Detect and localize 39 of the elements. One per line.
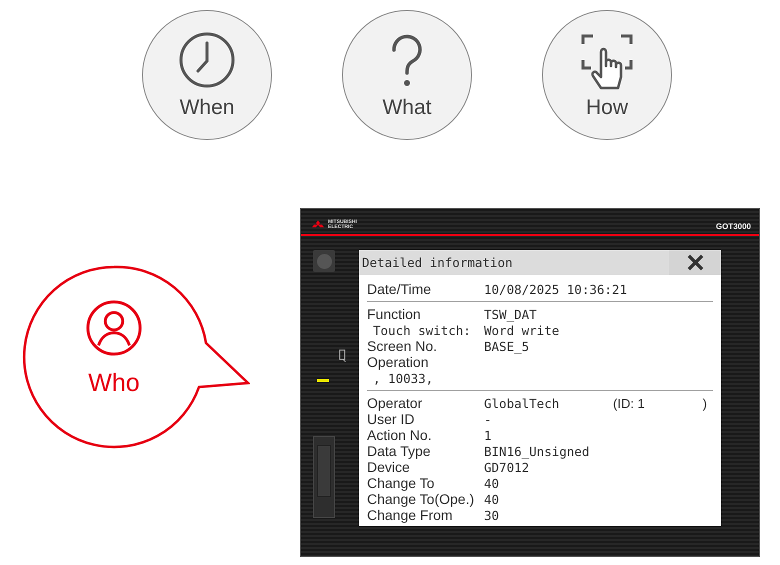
bubble-label: Who xyxy=(88,369,140,398)
icon-label: When xyxy=(180,96,234,120)
person-icon xyxy=(85,299,143,357)
field-label: Change From xyxy=(367,507,454,523)
field-label: Action No. xyxy=(367,427,433,443)
field-label: Operator xyxy=(367,395,424,411)
field-value: GlobalTech xyxy=(484,396,560,410)
dialog-title: Detailed information xyxy=(362,255,513,270)
status-led xyxy=(317,379,329,382)
field-value: BASE_5 xyxy=(484,338,530,354)
field-label: Device xyxy=(367,459,411,475)
close-button[interactable] xyxy=(669,250,721,275)
field-label: Function xyxy=(367,306,422,322)
field-value: 10/08/2025 10:36:21 xyxy=(484,282,627,296)
field-label: Data Type xyxy=(367,443,432,459)
icon-label: How xyxy=(586,96,628,120)
field-label: , 10033, xyxy=(372,370,434,386)
field-value: Word write xyxy=(484,322,560,338)
field-value: 30 xyxy=(484,508,500,522)
icon-label: What xyxy=(382,96,432,120)
field-value: 1 xyxy=(484,428,493,442)
field-label: User ID xyxy=(367,411,416,427)
field-value: 40 xyxy=(484,492,500,506)
field-value: TSW_DAT xyxy=(484,306,538,322)
close-icon xyxy=(686,253,704,272)
field-label: Screen No. xyxy=(367,338,438,354)
field-label: Change To(Ope.) xyxy=(367,491,476,507)
field-value: - xyxy=(484,412,493,426)
field-label: Touch switch: xyxy=(372,322,472,338)
bracket-text: ) xyxy=(702,396,708,410)
field-value: 40 xyxy=(484,476,500,490)
field-value: BIN16_Unsigned xyxy=(484,444,590,458)
field-label: Date/Time xyxy=(367,281,432,297)
field-value: GD7012 xyxy=(484,460,530,474)
field-label: Operation xyxy=(367,354,430,370)
id-text: (ID: 1 xyxy=(613,396,646,410)
model-name: GOT3000 xyxy=(716,222,751,231)
field-label: Change To xyxy=(367,475,436,491)
clock-icon xyxy=(177,30,237,90)
